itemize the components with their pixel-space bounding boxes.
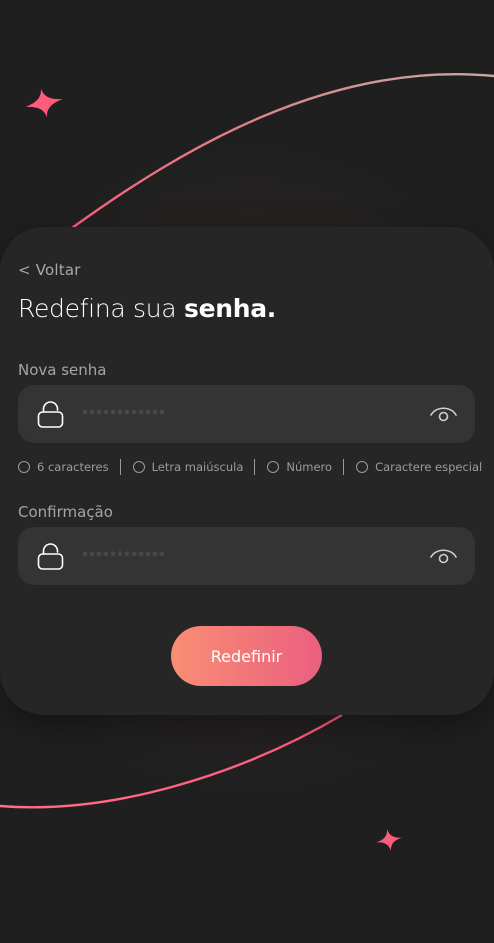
sparkle-icon — [25, 88, 63, 118]
title-bold: senha. — [183, 294, 276, 323]
requirement-indicator — [356, 461, 369, 473]
confirm-password-input[interactable] — [82, 527, 402, 585]
requirement-min-length: 6 caracteres — [18, 460, 109, 474]
back-link[interactable]: < Voltar — [18, 261, 81, 279]
divider — [343, 459, 345, 475]
password-requirements: 6 caracteres Letra maiúscula Número Cara… — [18, 458, 482, 476]
new-password-field[interactable] — [18, 385, 475, 443]
divider — [119, 459, 121, 475]
divider — [254, 459, 256, 475]
requirement-uppercase: Letra maiúscula — [132, 460, 244, 474]
new-password-label: Nova senha — [18, 361, 107, 379]
lock-icon — [37, 401, 64, 428]
sparkle-icon — [376, 829, 402, 851]
requirement-number: Número — [267, 460, 332, 474]
requirement-indicator — [267, 461, 280, 473]
title-regular: Redefina sua — [18, 294, 184, 323]
requirement-label: Número — [286, 460, 333, 474]
lock-icon — [37, 543, 64, 570]
page-title: Redefina sua senha. — [18, 294, 276, 323]
requirement-indicator — [18, 461, 30, 473]
new-password-input[interactable] — [82, 385, 402, 443]
requirement-label: Caractere especial — [375, 460, 483, 474]
requirement-indicator — [132, 461, 145, 473]
submit-button[interactable]: Redefinir — [171, 626, 322, 686]
requirement-label: 6 caracteres — [37, 460, 109, 474]
confirm-password-label: Confirmação — [18, 503, 113, 521]
requirement-label: Letra maiúscula — [151, 460, 244, 474]
eye-icon[interactable] — [430, 547, 457, 565]
eye-icon[interactable] — [430, 405, 457, 423]
confirm-password-field[interactable] — [18, 527, 475, 585]
requirement-special-char: Caractere especial — [356, 460, 482, 474]
